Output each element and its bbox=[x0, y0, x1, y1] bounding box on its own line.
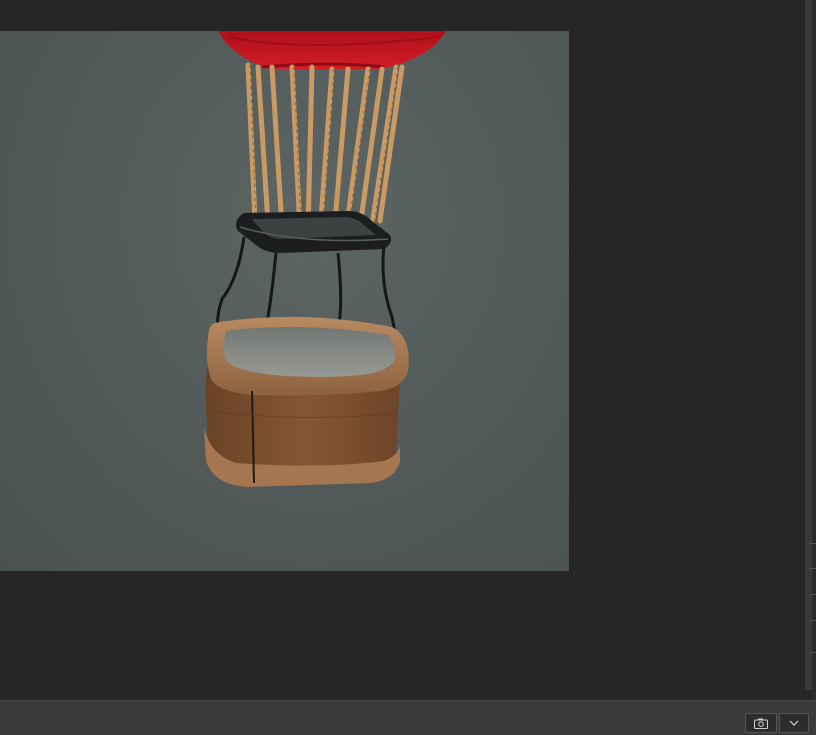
panel-divider bbox=[810, 652, 816, 653]
side-panel-edge bbox=[812, 0, 816, 700]
camera-icon bbox=[754, 718, 768, 729]
panel-divider bbox=[810, 620, 816, 621]
panel-divider bbox=[810, 568, 816, 569]
balloon-render-image bbox=[204, 31, 446, 487]
viewport[interactable] bbox=[0, 0, 805, 700]
snapshot-button[interactable] bbox=[745, 713, 777, 733]
render-preview[interactable] bbox=[0, 31, 569, 571]
snapshot-menu-button[interactable] bbox=[779, 713, 809, 733]
panel-divider bbox=[810, 594, 816, 595]
viewport-top-strip bbox=[0, 0, 805, 31]
render-bottom-toolbar bbox=[0, 700, 816, 735]
panel-divider bbox=[810, 543, 816, 544]
render-window bbox=[0, 0, 816, 735]
rope-lines bbox=[245, 62, 405, 236]
vertical-scrollbar[interactable] bbox=[805, 0, 812, 690]
chevron-down-icon bbox=[789, 720, 799, 726]
